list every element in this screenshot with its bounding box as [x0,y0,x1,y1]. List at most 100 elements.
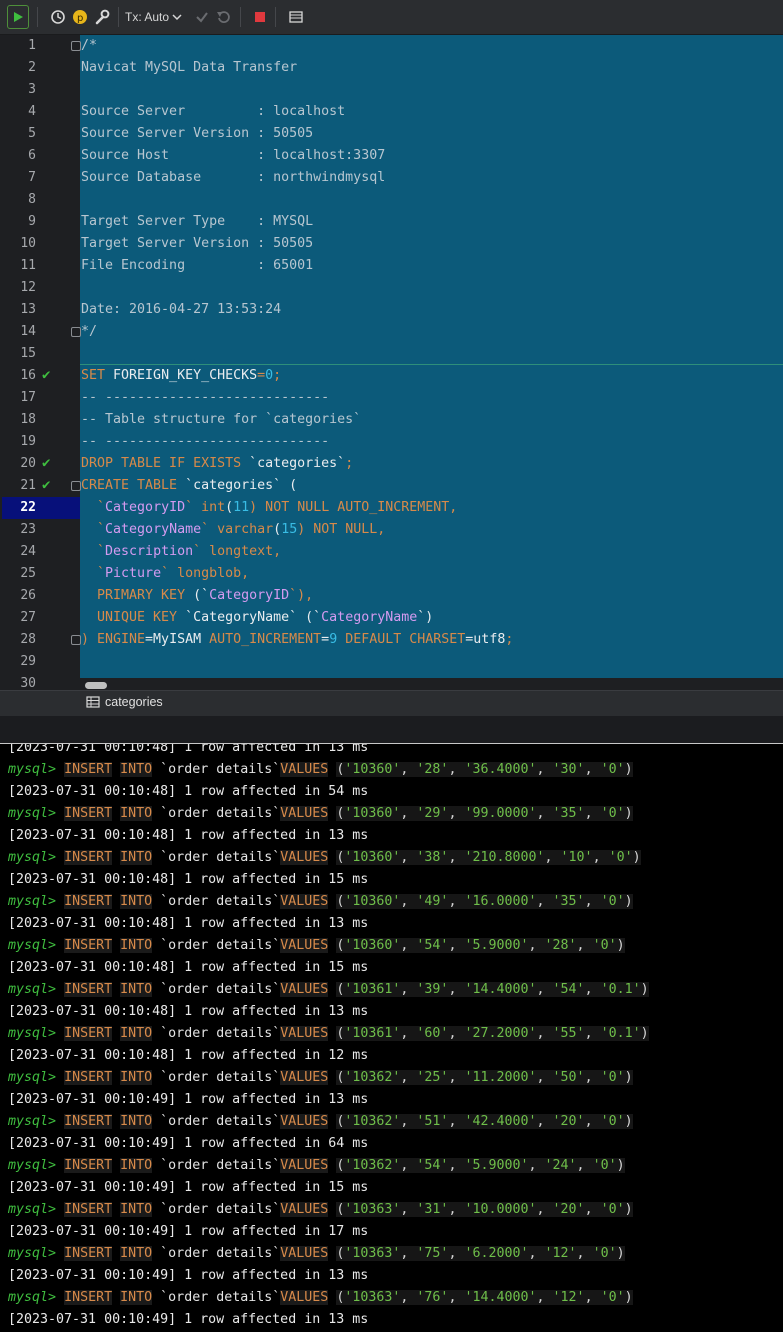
code-token: ` [81,500,106,515]
console-token: '54' [416,938,449,953]
console-token: , [400,1246,417,1261]
code-token: -- ---------------------------- [81,390,330,405]
console-result-line: [2023-07-31 00:10:48] 1 row affected in … [8,744,369,755]
run-button[interactable] [7,5,29,29]
code-token: SET [81,368,114,383]
console-token: INTO [120,982,153,997]
console-token: , [400,938,417,953]
console-token: '38' [416,850,449,865]
console-token: , [448,1202,465,1217]
line-number: 22 [20,500,36,515]
console-token: INSERT [64,894,113,909]
code-token: /* [81,38,98,53]
output-table-button[interactable] [288,5,304,29]
code-line: SET FOREIGN_KEY_CHECKS=0; [81,365,281,387]
stop-button[interactable] [253,5,267,29]
code-line: ) ENGINE=MyISAM AUTO_INCREMENT=9 DEFAULT… [81,629,513,651]
tab-label: categories [105,695,163,709]
horizontal-scrollbar[interactable] [85,682,107,689]
console-token: `order details` [160,1246,281,1261]
console-token: '10361' [344,982,401,997]
console-token: '0' [600,1070,625,1085]
console-token: ) [640,982,649,997]
console-token: VALUES [280,938,329,953]
console-token: '10363' [344,1202,401,1217]
p-button[interactable]: p [72,5,88,29]
console-token: , [536,762,553,777]
console-prompt: mysql> [8,1246,57,1261]
line-number: 29 [20,654,36,669]
console-token: , [400,982,417,997]
code-token: DEFAULT CHARSET [337,632,466,647]
chevron-down-icon [172,14,182,21]
tab-categories[interactable]: categories [86,695,163,709]
console-prompt: mysql> [8,1290,57,1305]
code-token: `categories` [185,478,282,493]
code-token: Navicat MySQL Data Transfer [81,60,298,75]
console-token: '24' [544,1158,577,1173]
console-token: INTO [120,1070,153,1085]
console-token: , [536,1114,553,1129]
rollback-button[interactable] [216,5,232,29]
code-token: DROP TABLE IF EXISTS [81,456,250,471]
line-number: 27 [20,610,36,625]
code-token: 15 [281,522,298,537]
console-token: INTO [120,1026,153,1041]
code-token: ; [345,456,354,471]
console-token: INTO [120,850,153,865]
console-token: '10362' [344,1114,401,1129]
code-line: Source Server : localhost [81,101,345,123]
line-number: 4 [28,104,36,119]
commit-button[interactable] [194,5,210,29]
console-token: '75' [416,1246,449,1261]
sql-editor[interactable]: 1 /* 2 Navicat MySQL Data Transfer 3 4 Source … [0,35,783,690]
console-token: , [544,850,561,865]
console-token: '210.8000' [464,850,545,865]
settings-button[interactable] [94,5,110,29]
line-number: 28 [20,632,36,647]
line-number: 30 [20,676,36,690]
fold-toggle-icon[interactable] [71,635,81,645]
console-token: ) [624,894,633,909]
console-token: VALUES [280,982,329,997]
code-token: CREATE TABLE [81,478,186,493]
code-token: int [201,500,226,515]
code-token: File Encoding : 65001 [81,258,314,273]
console-token: INTO [120,1290,153,1305]
code-token: AUTO_INCREMENT [209,632,322,647]
line-number: 7 [28,170,36,185]
console-token: '10360' [344,894,401,909]
code-token: PRIMARY KEY [81,588,194,603]
console-token: VALUES [280,1290,329,1305]
console-output[interactable]: [2023-07-31 00:10:48] 1 row affected in … [0,744,783,1332]
line-number: 8 [28,192,36,207]
panel-divider[interactable] [0,716,783,744]
console-token: , [592,850,609,865]
console-token: '99.0000' [464,806,537,821]
console-token: INTO [120,1202,153,1217]
code-line: Date: 2016-04-27 13:53:24 [81,299,281,321]
code-token: 0 [265,368,274,383]
line-number: 20 [20,456,36,471]
console-token: INSERT [64,1158,113,1173]
console-command-line: mysql> INSERT INTO `order details`VALUES… [8,803,633,825]
fold-toggle-icon[interactable] [71,481,81,491]
console-result-line: [2023-07-31 00:10:49] 1 row affected in … [8,1136,369,1151]
code-line: PRIMARY KEY (`CategoryID`), [81,585,313,607]
history-button[interactable] [50,5,66,29]
fold-toggle-icon[interactable] [71,327,81,337]
console-token: , [448,850,465,865]
console-token: , [400,1290,417,1305]
code-token: Source Server : localhost [81,104,346,119]
code-token: ) ENGINE [81,632,146,647]
console-prompt: mysql> [8,982,57,997]
console-token: , [584,806,601,821]
code-token: */ [81,324,98,339]
fold-toggle-icon[interactable] [71,41,81,51]
code-line: `CategoryID` int(11) NOT NULL AUTO_INCRE… [81,497,457,519]
console-token: ) [640,1026,649,1041]
rollback-icon [217,11,230,23]
tx-mode-dropdown[interactable]: Tx: Auto [125,10,182,24]
console-token: , [584,762,601,777]
toolbar-separator [37,7,38,27]
